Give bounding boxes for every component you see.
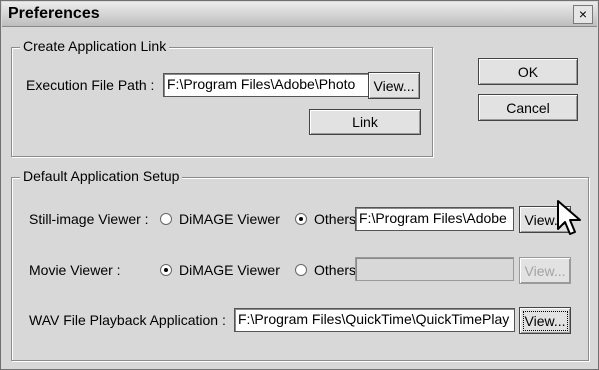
close-icon[interactable]: × [573, 5, 593, 24]
create-application-link-group: Create Application Link Execution File P… [11, 38, 433, 157]
window-title: Preferences [8, 5, 100, 22]
movie-path-field [355, 257, 514, 281]
execution-path-view-button[interactable]: View... [368, 72, 420, 99]
movie-others-radio[interactable] [295, 264, 307, 276]
still-others-radio[interactable] [295, 213, 307, 225]
title-bar[interactable]: Preferences × [2, 2, 597, 27]
mouse-pointer-icon [557, 200, 581, 235]
default-setup-legend: Default Application Setup [20, 168, 183, 184]
still-others-label: Others [314, 211, 357, 227]
still-image-path-field[interactable]: F:\Program Files\Adobe [355, 207, 514, 231]
create-link-legend: Create Application Link [20, 38, 170, 54]
still-dimage-viewer-radio[interactable] [160, 213, 172, 225]
movie-dimage-viewer-label: DiMAGE Viewer [179, 262, 280, 278]
ok-button[interactable]: OK [478, 58, 578, 85]
movie-view-button: View... [519, 257, 571, 284]
execution-file-path-label: Execution File Path : [26, 77, 155, 93]
cancel-button[interactable]: Cancel [478, 94, 578, 121]
movie-viewer-label: Movie Viewer : [29, 262, 121, 278]
wav-playback-path-field[interactable]: F:\Program Files\QuickTime\QuickTimePlay [234, 308, 515, 332]
movie-others-label: Others [314, 262, 357, 278]
still-dimage-viewer-label: DiMAGE Viewer [179, 211, 280, 227]
movie-dimage-viewer-radio[interactable] [160, 264, 172, 276]
preferences-dialog: Preferences × Create Application Link Ex… [0, 0, 599, 370]
still-image-viewer-label: Still-image Viewer : [29, 211, 149, 227]
wav-playback-label: WAV File Playback Application : [29, 312, 226, 328]
execution-file-path-field[interactable]: F:\Program Files\Adobe\Photo [163, 73, 371, 97]
link-button[interactable]: Link [309, 109, 421, 135]
default-application-setup-group: Default Application Setup Still-image Vi… [11, 168, 589, 361]
wav-view-button[interactable]: View... [519, 307, 571, 334]
